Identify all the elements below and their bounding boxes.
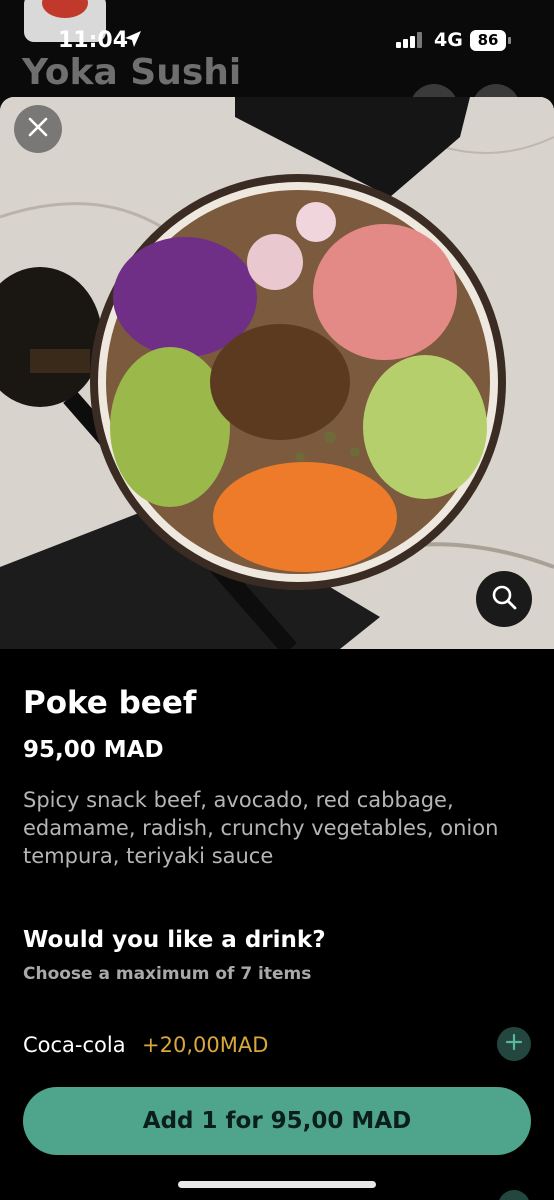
drinks-section-subtitle: Choose a maximum of 7 items [23,964,312,984]
item-detail-sheet: Poke beef 95,00 MAD Spicy snack beef, av… [0,97,554,1200]
drinks-section-title: Would you like a drink? [23,927,326,953]
drink-option-row[interactable]: Coca-cola +20,00MAD [0,1027,554,1063]
search-icon [491,584,517,614]
close-icon [27,116,49,142]
status-bar: 11:04 4G 86 [0,20,554,60]
drink-option-price: +20,00MAD [142,1033,269,1057]
signal-icon [396,32,426,52]
plus-icon [505,1033,523,1055]
dish-description: Spicy snack beef, avocado, red cabbage, … [23,788,499,868]
dish-photo [0,97,554,649]
home-indicator [178,1181,376,1188]
add-to-cart-button[interactable]: Add 1 for 95,00 MAD [23,1087,531,1155]
status-time: 11:04 [58,28,129,53]
location-arrow-icon [124,30,142,52]
battery-indicator: 86 [470,30,511,51]
add-drink-button[interactable] [497,1027,531,1061]
drink-option-name: Coca-cola [23,1033,126,1057]
zoom-image-button[interactable] [476,571,532,627]
dish-name: Poke beef [23,685,197,721]
dish-price: 95,00 MAD [23,737,164,763]
network-type: 4G [434,29,463,51]
close-button[interactable] [14,105,62,153]
